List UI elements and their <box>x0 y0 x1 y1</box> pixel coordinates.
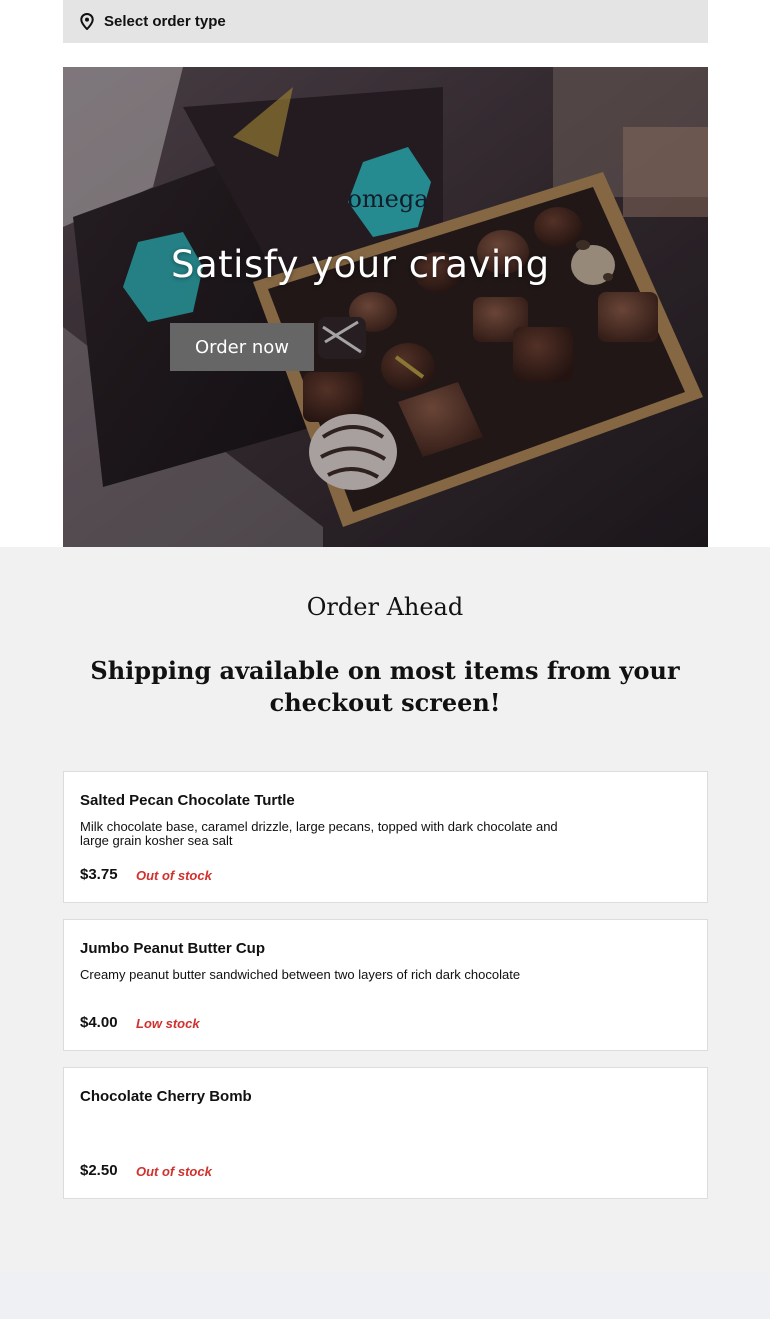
location-pin-icon <box>80 13 94 30</box>
item-price: $3.75 <box>80 866 118 883</box>
section-title: Order Ahead <box>306 593 464 621</box>
stock-status-badge: Low stock <box>136 1016 200 1031</box>
order-type-selector[interactable]: Select order type <box>63 0 708 43</box>
hero-banner: omega Satisfy your craving Order now <box>63 67 708 547</box>
item-name: Chocolate Cherry Bomb <box>80 1088 252 1105</box>
stock-status-badge: Out of stock <box>136 868 212 883</box>
menu-item-card[interactable]: Salted Pecan Chocolate Turtle Milk choco… <box>63 771 708 903</box>
order-ahead-section: Order Ahead Shipping available on most i… <box>0 547 770 1272</box>
item-price: $2.50 <box>80 1162 118 1179</box>
stock-status-badge: Out of stock <box>136 1164 212 1179</box>
item-name: Jumbo Peanut Butter Cup <box>80 940 266 957</box>
menu-item-card[interactable]: Chocolate Cherry Bomb $2.50 Out of stock <box>63 1067 708 1199</box>
section-subtitle: Shipping available on most items from yo… <box>90 656 680 717</box>
footer-strip <box>0 1272 770 1319</box>
item-description: Creamy peanut butter sandwiched between … <box>80 967 521 982</box>
item-description: Milk chocolate base, caramel drizzle, la… <box>80 819 558 848</box>
menu-item-card[interactable]: Jumbo Peanut Butter Cup Creamy peanut bu… <box>63 919 708 1051</box>
order-type-label: Select order type <box>104 13 226 30</box>
item-price: $4.00 <box>80 1014 118 1031</box>
hero-overlay <box>63 67 708 547</box>
item-name: Salted Pecan Chocolate Turtle <box>80 792 295 809</box>
hero-title: Satisfy your craving <box>171 243 550 286</box>
order-now-button[interactable]: Order now <box>170 323 314 371</box>
